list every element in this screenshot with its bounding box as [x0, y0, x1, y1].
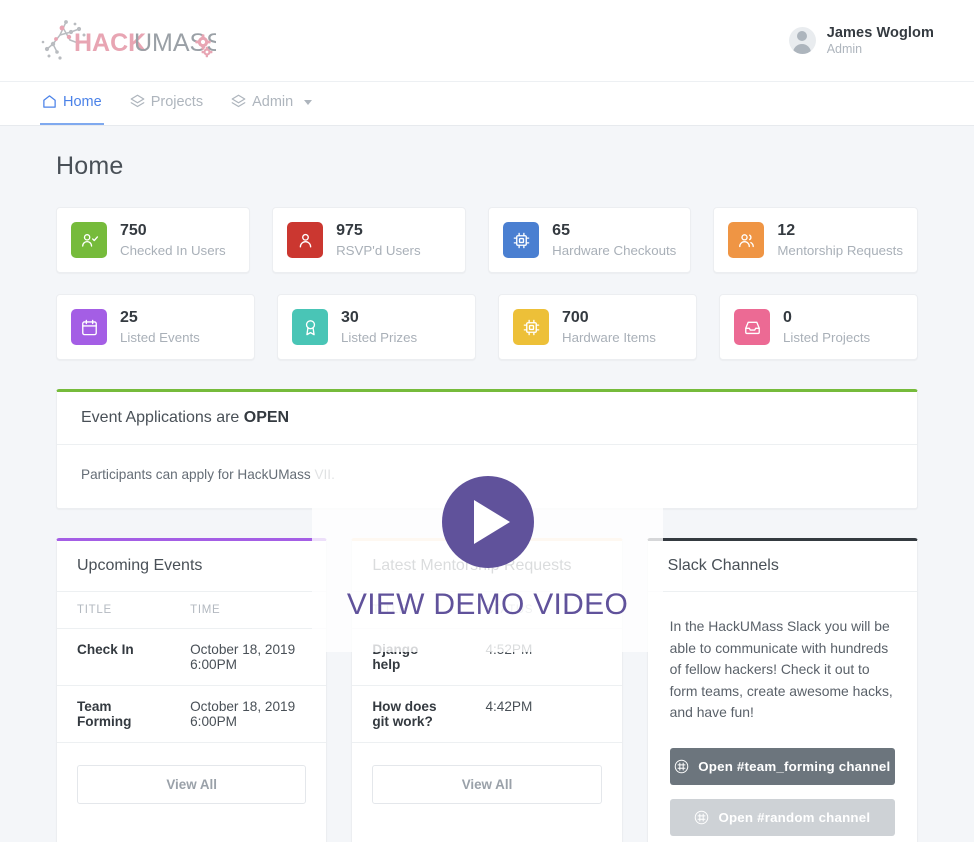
- chevron-down-icon: [304, 100, 313, 105]
- stat-value: 700: [562, 309, 589, 327]
- open-team-forming-channel-button[interactable]: Open #team_forming channel: [669, 747, 895, 785]
- event-title: Check In: [57, 628, 171, 686]
- stat-card-checked-in-users[interactable]: 750 Checked In Users: [56, 207, 251, 273]
- upcoming-events-table: TITLE TIME Check In October 18, 2019 6:0…: [57, 592, 327, 743]
- nav-item-home[interactable]: Home: [40, 82, 104, 125]
- app-page: HACK UMASS James Woglom Admin Home Proje…: [0, 0, 974, 842]
- column-header-time: TIME: [170, 592, 327, 629]
- top-bar: HACK UMASS James Woglom Admin: [0, 0, 974, 82]
- card-slack-channels-title: Slack Channels: [647, 541, 917, 592]
- event-applications-heading-prefix: Event Applications are: [81, 409, 244, 426]
- request-status: 4:42PM: [465, 685, 622, 743]
- users-icon: [728, 222, 765, 258]
- open-random-channel-button[interactable]: Open #random channel: [669, 798, 895, 836]
- event-time: October 18, 2019 6:00PM: [170, 685, 327, 743]
- stat-label: Listed Events: [120, 329, 200, 345]
- stat-card-hardware-checkouts[interactable]: 65 Hardware Checkouts: [488, 207, 692, 273]
- user-icon: [287, 222, 324, 258]
- play-triangle-icon: [474, 500, 510, 544]
- nav-item-projects[interactable]: Projects: [128, 82, 205, 125]
- chip-icon: [503, 222, 540, 258]
- slack-icon: [674, 759, 689, 774]
- table-header-row: TITLE TIME: [57, 592, 327, 629]
- nav-item-home-label: Home: [63, 93, 102, 110]
- nav-item-projects-label: Projects: [150, 93, 204, 110]
- nav-item-admin[interactable]: Admin: [229, 82, 314, 125]
- play-icon[interactable]: [441, 476, 534, 568]
- user-name: James Woglom: [826, 24, 934, 41]
- stat-label: Listed Projects: [783, 329, 871, 345]
- card-slack-channels: Slack Channels In the HackUMass Slack yo…: [646, 538, 918, 842]
- event-title: Team Forming: [57, 685, 171, 743]
- view-all-requests-button[interactable]: View All: [372, 765, 602, 804]
- view-demo-video-label: VIEW DEMO VIDEO: [346, 588, 629, 621]
- view-demo-video-overlay[interactable]: VIEW DEMO VIDEO: [312, 458, 663, 652]
- stat-label: Listed Prizes: [341, 329, 418, 345]
- stat-label: RSVP'd Users: [336, 242, 421, 258]
- request-title: How does git work?: [352, 685, 466, 743]
- stats-grid-row-1: 750 Checked In Users 975 RSVP'd Users 65…: [56, 207, 918, 273]
- layers-icon: [231, 94, 246, 109]
- brand-logo[interactable]: HACK UMASS: [40, 16, 216, 66]
- open-random-channel-label: Open #random channel: [718, 809, 871, 825]
- card-upcoming-events: Upcoming Events TITLE TIME Check In Octo…: [56, 538, 328, 842]
- stat-card-listed-prizes[interactable]: 30 Listed Prizes: [277, 294, 476, 360]
- stat-label: Mentorship Requests: [777, 242, 903, 258]
- stat-value: 975: [336, 222, 363, 240]
- stat-card-hardware-items[interactable]: 700 Hardware Items: [498, 294, 697, 360]
- stat-card-rsvpd-users[interactable]: 975 RSVP'd Users: [272, 207, 467, 273]
- slack-channels-description: In the HackUMass Slack you will be able …: [669, 618, 893, 721]
- stat-value: 12: [777, 222, 796, 240]
- stat-value: 750: [120, 222, 147, 240]
- column-header-title: TITLE: [57, 592, 171, 629]
- view-all-events-button[interactable]: View All: [77, 765, 307, 804]
- stat-value: 0: [783, 309, 792, 327]
- stat-value: 30: [341, 309, 359, 327]
- user-role: Admin: [826, 41, 863, 56]
- stat-card-listed-projects[interactable]: 0 Listed Projects: [719, 294, 918, 360]
- chip-icon: [513, 309, 549, 345]
- stat-label: Hardware Checkouts: [552, 242, 677, 258]
- main-nav: Home Projects Admin: [0, 82, 974, 126]
- page-title: Home: [56, 152, 124, 180]
- stat-label: Checked In Users: [120, 242, 226, 258]
- calendar-icon: [71, 309, 107, 345]
- layers-icon: [130, 94, 145, 109]
- open-team-forming-channel-label: Open #team_forming channel: [698, 758, 891, 774]
- stats-grid-row-2: 25 Listed Events 30 Listed Prizes 700 Ha…: [56, 294, 918, 360]
- stat-label: Hardware Items: [562, 329, 656, 345]
- status-badge: OPEN: [243, 409, 290, 426]
- stat-card-mentorship-requests[interactable]: 12 Mentorship Requests: [713, 207, 918, 273]
- award-icon: [292, 309, 328, 345]
- slack-icon: [694, 810, 709, 825]
- event-time: October 18, 2019 6:00PM: [170, 628, 327, 686]
- hackumass-logo-icon: HACK UMASS: [41, 19, 216, 60]
- user-check-icon: [71, 222, 107, 258]
- inbox-icon: [734, 309, 770, 345]
- table-row[interactable]: How does git work? 4:42PM: [352, 685, 622, 743]
- nav-item-admin-label: Admin: [252, 93, 294, 110]
- table-row[interactable]: Check In October 18, 2019 6:00PM: [57, 628, 327, 686]
- card-upcoming-events-title: Upcoming Events: [57, 541, 327, 592]
- user-menu[interactable]: James Woglom Admin: [788, 24, 934, 58]
- event-applications-heading: Event Applications are OPEN: [57, 392, 917, 445]
- home-icon: [42, 94, 57, 109]
- table-row[interactable]: Team Forming October 18, 2019 6:00PM: [57, 685, 327, 743]
- stat-value: 25: [120, 309, 138, 327]
- stat-value: 65: [552, 222, 570, 240]
- avatar: [788, 27, 816, 54]
- stat-card-listed-events[interactable]: 25 Listed Events: [56, 294, 255, 360]
